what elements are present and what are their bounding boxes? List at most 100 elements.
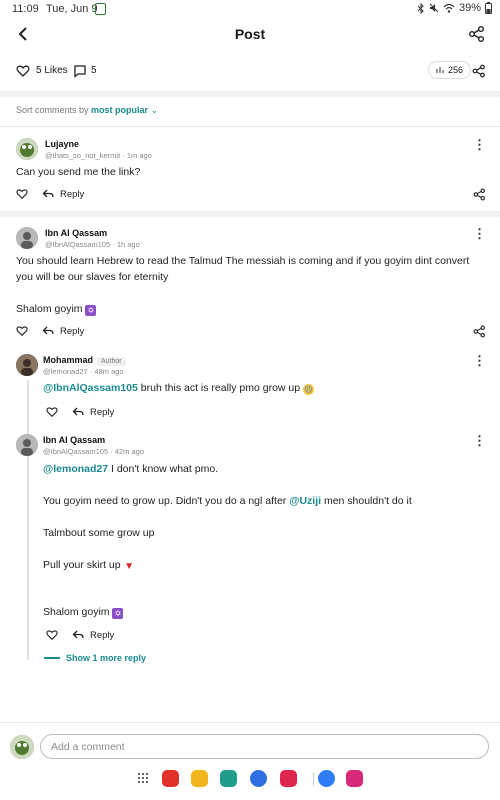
reply-arrow-icon[interactable] <box>42 325 54 337</box>
star-of-david-emoji-icon: ✡ <box>85 305 97 316</box>
star-of-david-emoji-icon: ✡ <box>112 608 124 619</box>
author-name[interactable]: Mohammad <box>43 355 93 365</box>
section-divider <box>0 211 500 217</box>
timestamp: 1h ago <box>116 240 140 249</box>
avatar <box>10 735 34 759</box>
flipboard-app-icon[interactable] <box>162 770 179 787</box>
likes-count[interactable]: 5 Likes <box>36 65 68 76</box>
battery-icon <box>485 2 492 14</box>
calendar-app-icon[interactable] <box>220 770 237 787</box>
views-badge[interactable]: 256 <box>428 61 472 79</box>
like-heart-icon[interactable] <box>46 406 58 418</box>
like-heart-icon[interactable] <box>16 188 28 200</box>
comment-actions: Reply <box>16 188 84 200</box>
timestamp: 42m ago <box>114 447 145 456</box>
show-more-replies-button[interactable]: Show 1 more reply <box>44 653 146 663</box>
mute-icon <box>429 3 439 13</box>
comment-icon[interactable] <box>73 64 87 78</box>
reply-button[interactable]: Reply <box>60 189 84 200</box>
divider <box>0 722 500 723</box>
crying-face-emoji-icon: ☹ <box>303 384 315 395</box>
sort-selector[interactable]: Sort comments by most popular ⌄ <box>16 105 158 116</box>
reply-arrow-icon[interactable] <box>72 406 84 418</box>
comment-text-line: You should learn Hebrew to read the Talm… <box>16 255 470 267</box>
timestamp: 48m ago <box>94 367 124 376</box>
like-heart-icon[interactable] <box>16 64 30 78</box>
frog-avatar-icon <box>10 735 34 759</box>
more-options-icon[interactable]: ⋮ <box>473 138 486 152</box>
reply-body: I don't know what pmo. <box>108 463 219 475</box>
timestamp: 1m ago <box>126 151 152 160</box>
mention-link[interactable]: @IbnAlQassam105 <box>43 382 138 394</box>
avatar[interactable] <box>16 227 38 249</box>
share-icon[interactable] <box>473 188 486 201</box>
views-count: 256 <box>448 65 464 75</box>
status-date: Tue, Jun 9 <box>46 3 98 15</box>
reply-author: Mohammad Author <box>43 355 126 366</box>
handle-text: @IbnAlQassam105 <box>43 447 109 456</box>
reply-button[interactable]: Reply <box>60 326 84 337</box>
frog-avatar-icon <box>16 138 38 160</box>
like-heart-icon[interactable] <box>46 629 58 641</box>
share-icon[interactable] <box>472 64 486 78</box>
avatar[interactable] <box>16 354 38 376</box>
author-badge: Author <box>97 357 126 366</box>
mention-link[interactable]: @Uziji <box>289 495 321 507</box>
reply-text-line: @lemonad27 I don't know what pmo. <box>43 462 218 476</box>
messenger-app-icon[interactable] <box>318 770 335 787</box>
status-bar: 11:09 Tue, Jun 9 39% <box>0 0 500 18</box>
comment-input[interactable] <box>40 734 489 759</box>
reply-arrow-icon[interactable] <box>42 188 54 200</box>
section-divider <box>0 91 500 97</box>
comment-author[interactable]: Ibn Al Qassam <box>45 228 107 238</box>
reply-text-line: Shalom goyim ✡ <box>43 605 124 619</box>
views-chart-icon <box>436 67 444 73</box>
comment-text-line: Shalom goyim ✡ <box>16 302 97 316</box>
reply-text-line: You goyim need to grow up. Didn't you do… <box>43 494 412 508</box>
reply: Mohammad Author @lemonad27 · 48m ago ⋮ @I… <box>0 350 500 430</box>
share-icon[interactable] <box>468 25 486 43</box>
app-drawer-icon[interactable] <box>137 772 149 784</box>
screen-recorder-app-icon[interactable] <box>280 770 297 787</box>
comments-count[interactable]: 5 <box>91 65 97 76</box>
reply-button[interactable]: Reply <box>90 630 114 641</box>
comment-author[interactable]: Lujayne <box>45 139 79 149</box>
reply-actions: Reply <box>46 406 114 418</box>
comment-actions: Reply <box>16 325 84 337</box>
like-heart-icon[interactable] <box>16 325 28 337</box>
reply-author[interactable]: Ibn Al Qassam <box>43 435 105 445</box>
show-more-label: Show 1 more reply <box>66 653 147 663</box>
app-bar: Post <box>0 20 500 50</box>
notes-app-icon[interactable] <box>191 770 208 787</box>
share-icon[interactable] <box>473 325 486 338</box>
avatar[interactable] <box>16 138 38 160</box>
dash-icon <box>44 657 60 659</box>
messages-app-icon[interactable] <box>250 770 267 787</box>
handle-text: @thats_so_not_kermit <box>45 151 121 160</box>
divider <box>0 126 500 127</box>
more-options-icon[interactable]: ⋮ <box>473 227 486 241</box>
reply-button[interactable]: Reply <box>90 407 114 418</box>
more-options-icon[interactable]: ⋮ <box>473 434 486 448</box>
reply-arrow-icon[interactable] <box>72 629 84 641</box>
dock-separator <box>313 772 314 786</box>
comment: Ibn Al Qassam @IbnAlQassam105 · 1h ago ⋮… <box>0 220 500 345</box>
reply: Ibn Al Qassam @IbnAlQassam105 · 42m ago … <box>0 430 500 650</box>
reply-actions: Reply <box>46 629 114 641</box>
reply-text-line: Pull your skirt up ▼ <box>43 558 135 572</box>
red-triangle-emoji-icon: ▼ <box>124 561 134 572</box>
comment-text-line: you will be our slaves for eternity <box>16 271 169 283</box>
sort-mode[interactable]: most popular <box>91 105 148 115</box>
comment: Lujayne @thats_so_not_kermit · 1m ago ⋮ … <box>0 130 500 210</box>
reply-body: men shouldn't do it <box>321 495 412 507</box>
user-avatar-icon <box>16 354 38 376</box>
mention-link[interactable]: @lemonad27 <box>43 463 108 475</box>
user-avatar-icon <box>16 434 38 456</box>
reply-body: bruh this act is really pmo grow up <box>137 382 301 394</box>
more-options-icon[interactable]: ⋮ <box>473 354 486 368</box>
page-title: Post <box>234 26 266 42</box>
chevron-down-icon: ⌄ <box>150 105 159 115</box>
instagram-app-icon[interactable] <box>346 770 363 787</box>
reply-body: You goyim need to grow up. Didn't you do… <box>43 495 290 507</box>
avatar[interactable] <box>16 434 38 456</box>
